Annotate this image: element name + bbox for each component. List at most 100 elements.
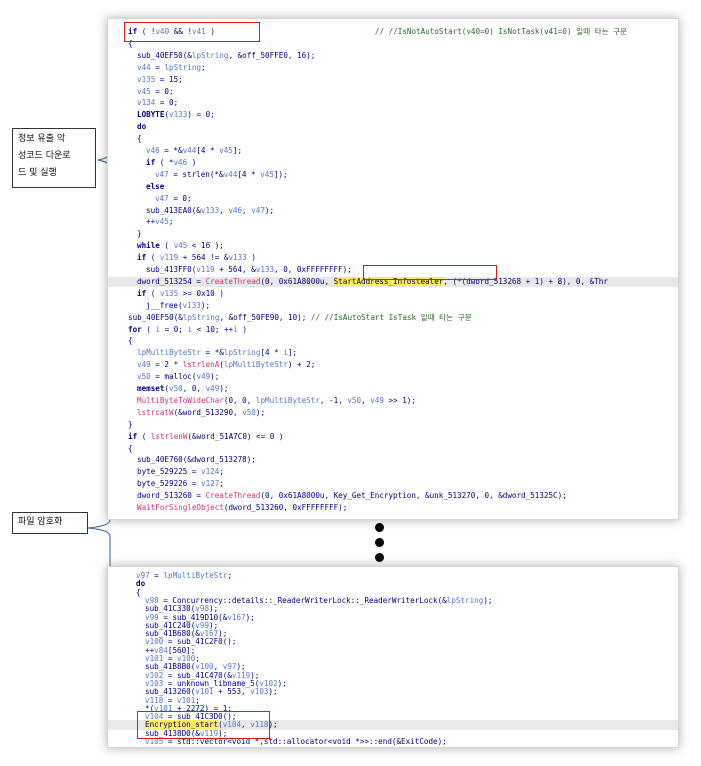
- code-token: , 0,: [182, 384, 206, 393]
- code-token: lpString: [191, 50, 229, 60]
- code-token: ;: [219, 479, 224, 489]
- code-token: sub_40EF50: [128, 312, 174, 322]
- code-token: dword_513254 =: [137, 276, 206, 286]
- code-token: v49: [137, 360, 151, 370]
- code-token: (&dword_513278);: [182, 455, 256, 465]
- code-token: );: [210, 372, 220, 382]
- code-text: }: [128, 420, 133, 430]
- code-comment: // //IsNotAutoStart(v40=0) IsNotTask(v41…: [374, 27, 628, 36]
- code-token: lpString: [164, 62, 202, 72]
- code-line: j__free(v133);: [108, 301, 678, 311]
- code-token: (&: [182, 50, 192, 60]
- code-line: v134 = 0;: [108, 98, 678, 108]
- code-token: v133: [228, 253, 247, 263]
- code-token: ,: [219, 205, 229, 215]
- code-text: v47 = 0;: [155, 194, 192, 204]
- code-token: ];: [232, 146, 243, 155]
- code-token: sub_40EF50: [137, 50, 183, 60]
- code-token: v45: [173, 241, 188, 251]
- code-token: (: [137, 431, 151, 441]
- code-token: (&: [191, 205, 201, 215]
- code-token: ]);: [273, 169, 288, 179]
- code-line: do: [108, 122, 678, 132]
- code-token: MultiByteToWideChar: [137, 395, 224, 405]
- code-text: dword_513260 = CreateThread(0, 0x61A8000…: [137, 491, 567, 501]
- code-token: sub_413FF0: [146, 265, 192, 274]
- code-token: v50: [347, 395, 362, 405]
- code-text: memset(v50, 0, v49);: [137, 384, 228, 394]
- code-text: {: [128, 336, 133, 346]
- code-text: v44 = lpString;: [137, 63, 206, 73]
- code-token: < 16 );: [187, 241, 224, 251]
- code-line: {: [108, 444, 678, 454]
- code-token: else: [146, 181, 165, 191]
- code-line: while ( v45 < 16 );: [108, 241, 678, 251]
- code-token: v49: [196, 372, 211, 382]
- redbox-if-condition: [124, 22, 260, 42]
- code-token: v47: [251, 205, 265, 215]
- code-token: v49: [205, 384, 220, 393]
- code-line: if ( v119 + 564 != &v133 ): [108, 253, 678, 263]
- code-token: >= 0x10 ): [178, 288, 224, 298]
- code-token: = 15;: [155, 74, 183, 84]
- code-text: byte_529225 = v124;: [137, 467, 224, 477]
- code-token: (&word_51A7C0) <= 0 ): [187, 431, 284, 441]
- code-token: v44: [182, 146, 197, 155]
- code-line: v49 = 2 * lstrlenA(lpMultiByteStr) + 2;: [108, 360, 678, 370]
- annotation-label-line: 드 및 실행: [18, 168, 57, 178]
- code-token: v50: [169, 384, 183, 393]
- code-line: else: [108, 182, 678, 192]
- code-token: );: [219, 384, 229, 393]
- code-token: }: [128, 419, 133, 429]
- code-text: }: [137, 229, 142, 239]
- code-token: ++: [146, 217, 156, 227]
- code-token: (: [146, 288, 160, 298]
- code-token: ): [237, 324, 247, 334]
- annotation-label-line: 정보 유출 악: [18, 134, 66, 144]
- code-token: (: [146, 253, 160, 263]
- code-token: sub_40E760: [137, 455, 183, 465]
- code-token: ];: [287, 348, 298, 358]
- code-text: while ( v45 < 16 );: [137, 241, 224, 251]
- code-token: }: [137, 229, 142, 239]
- code-line: dword_513260 = CreateThread(0, 0x61A8000…: [108, 491, 678, 501]
- code-line: for ( i = 0; i < 10; ++i ): [108, 325, 678, 335]
- code-token: for: [128, 324, 142, 334]
- code-token: lpMultiByteStr: [223, 360, 288, 370]
- code-token: v124: [201, 467, 220, 477]
- code-token: if: [137, 288, 147, 298]
- redbox-encryption-start: [137, 711, 270, 739]
- code-token: if: [128, 431, 138, 441]
- code-line: ++v45;: [108, 217, 678, 227]
- code-token: v44: [137, 62, 151, 72]
- code-token: (0, 0,: [223, 395, 256, 405]
- code-line: byte_529225 = v124;: [108, 467, 678, 477]
- code-token: = 2 *: [150, 360, 183, 370]
- code-token: lstrlenW: [150, 431, 188, 441]
- code-token: + 564, &: [214, 265, 256, 274]
- code-token: );: [200, 300, 211, 310]
- code-text: sub_40EF50(&lpString, &off_50FFE0, 16);: [137, 51, 315, 61]
- code-token: byte_529226 =: [137, 479, 202, 489]
- code-token: WaitForSingleObject: [137, 503, 224, 512]
- code-token: LOBYTE: [137, 110, 165, 120]
- code-token: while: [137, 241, 160, 251]
- code-line: v135 = 15;: [108, 75, 678, 85]
- code-text: v134 = 0;: [137, 98, 178, 108]
- code-token: sub_413EA0: [146, 205, 192, 215]
- ellipsis-dot: [375, 553, 384, 562]
- code-text: {: [137, 134, 142, 144]
- code-token: );: [255, 407, 266, 417]
- code-text: if ( *v46 ): [146, 158, 196, 168]
- code-line: lpMultiByteStr = *&lpString[4 * i];: [108, 348, 678, 358]
- code-token: >> 1);: [383, 395, 416, 405]
- code-token: < 10; ++: [192, 324, 234, 334]
- code-text: WaitForSingleObject(dword_513260, 0xFFFF…: [137, 503, 347, 513]
- code-token: lpMultiByteStr: [137, 348, 202, 358]
- code-text: sub_40EF50(&lpString, &off_50FE90, 10); …: [128, 313, 472, 323]
- code-text: v49 = 2 * lstrlenA(lpMultiByteStr) + 2;: [137, 360, 315, 370]
- code-token: v45: [219, 146, 233, 155]
- code-text: do: [137, 122, 146, 132]
- code-token: = 0;: [155, 98, 179, 108]
- code-token: v50: [137, 372, 151, 382]
